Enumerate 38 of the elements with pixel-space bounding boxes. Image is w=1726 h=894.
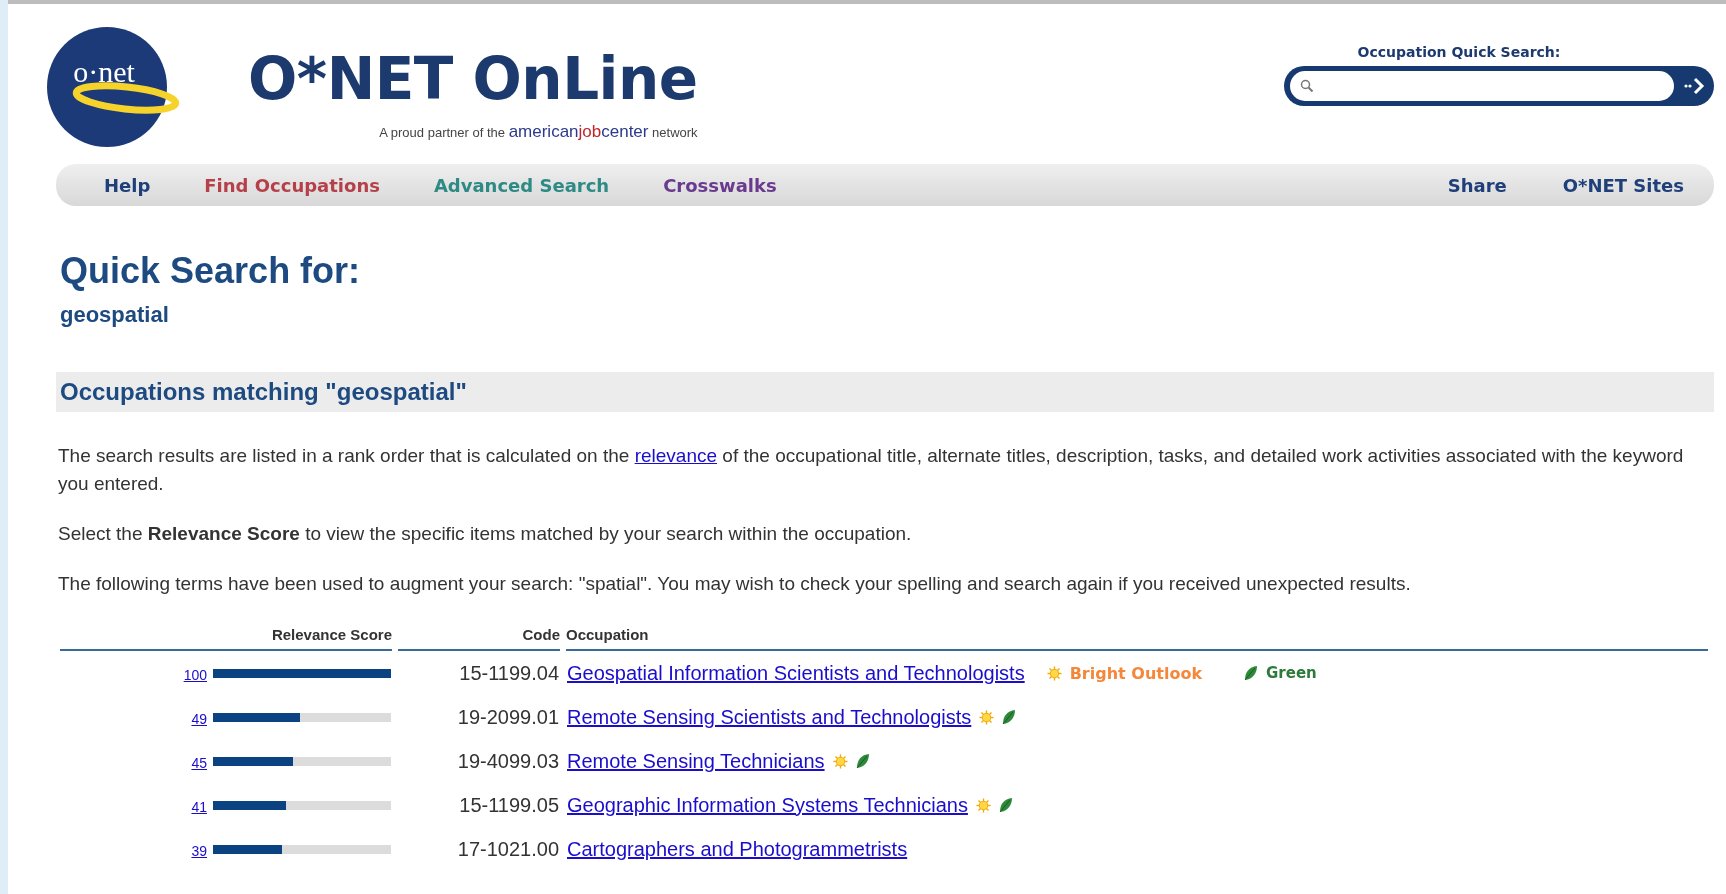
relevance-link[interactable]: relevance xyxy=(634,445,718,466)
page-title: Quick Search for: xyxy=(60,250,362,292)
occupation-code: 15-1199.04 xyxy=(459,661,559,684)
eco-label: Green xyxy=(1266,664,1317,682)
occupation-code: 17-1021.00 xyxy=(457,837,559,860)
nav-link[interactable]: Find Occupations xyxy=(204,174,380,196)
nav-link[interactable]: Crosswalks xyxy=(663,174,777,196)
occupation-code: 15-1199.05 xyxy=(459,793,559,816)
nav-link[interactable]: Share xyxy=(1447,174,1507,196)
score-link[interactable]: 45 xyxy=(191,755,207,771)
occupation-code: 19-2099.01 xyxy=(457,705,559,728)
site-title: O*NET OnLine xyxy=(248,50,698,108)
column-header: Occupation xyxy=(566,616,1708,651)
occupation-link[interactable]: Remote Sensing Scientists and Technologists xyxy=(567,705,972,729)
score-link[interactable]: 39 xyxy=(191,843,207,859)
section-title: Occupations matching "geospatial" xyxy=(56,372,1714,412)
intro-paragraph: The search results are listed in a rank order that is calculated on the relevance of the occupational title, alternate titles, description, tasks, and detailed work activities associated with the keyword you entered. xyxy=(58,444,1685,496)
occupation-code: 19-4099.03 xyxy=(457,749,559,772)
search-query: geospatial xyxy=(60,302,170,328)
occupation-link[interactable]: Geospatial Information Scientists and Technologists xyxy=(567,661,1025,685)
score-link[interactable]: 100 xyxy=(183,667,207,683)
occupation-link[interactable]: Geographic Information Systems Technicians xyxy=(567,793,968,817)
column-header: Relevance Score xyxy=(60,616,392,651)
nav-link[interactable]: O*NET Sites xyxy=(1562,174,1684,196)
column-header: Code xyxy=(398,616,560,651)
go-arrow-icon[interactable] xyxy=(1684,77,1706,95)
quick-search-label: Occupation Quick Search: xyxy=(1357,44,1561,60)
paragraph: The following terms have been used to augment your search: "spatial". You may wish to check your spelling and search again if you received unexpected results. xyxy=(58,572,1412,596)
nav-link[interactable]: Help xyxy=(104,174,151,196)
tagline: A proud partner of the americanjobcenter network xyxy=(379,122,698,142)
score-link[interactable]: 41 xyxy=(191,799,207,815)
bright-outlook-label: Bright Outlook xyxy=(1069,663,1203,683)
search-field[interactable] xyxy=(1290,71,1674,101)
paragraph: Select the Relevance Score to view the specific items matched by your search within the occupation. xyxy=(58,522,913,546)
occupation-link[interactable]: Cartographers and Photogrammetrists xyxy=(567,837,908,861)
occupation-link[interactable]: Remote Sensing Technicians xyxy=(567,749,825,773)
search-icon xyxy=(1300,79,1314,93)
score-link[interactable]: 49 xyxy=(191,711,207,727)
